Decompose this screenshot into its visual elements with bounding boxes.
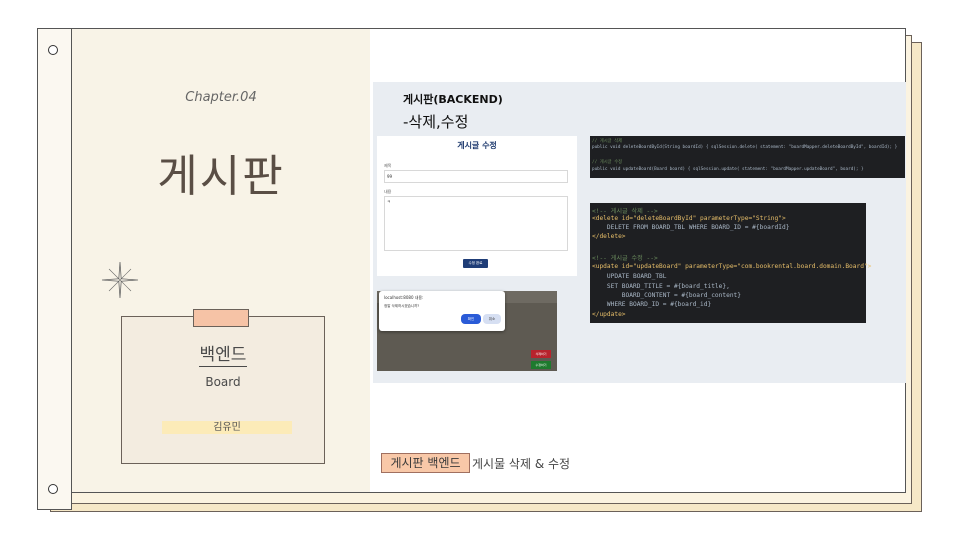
section-heading: 게시판(BACKEND) <box>403 93 503 106</box>
confirm-cancel-button[interactable]: 취소 <box>483 314 501 324</box>
footer-description: 게시물 삭제 & 수정 <box>472 457 571 471</box>
code-line: DELETE FROM BOARD_TBL WHERE BOARD_ID = #… <box>592 224 790 231</box>
edit-post-button[interactable]: 수정하기 <box>531 361 551 369</box>
page-title: 게시판 <box>157 151 285 202</box>
card-subtitle: Board <box>205 375 241 389</box>
title-input[interactable] <box>384 170 568 183</box>
code-line: public void deleteBoardById(String board… <box>592 145 898 150</box>
code-line: // 게시글 삭제 <box>592 139 623 144</box>
section-card <box>121 316 325 464</box>
title-field-label: 제목 <box>384 163 392 168</box>
code-line: WHERE BOARD_ID = #{board_id} <box>592 301 712 308</box>
submit-edit-button[interactable]: 수정 완료 <box>463 259 488 268</box>
confirm-dialog-title: localhost:8080 내용: <box>384 295 424 300</box>
code-line: SET BOARD_TITLE = #{board_title}, <box>592 283 730 290</box>
binder-ring-top <box>48 45 58 55</box>
code-line: <update id="updateBoard" parameterType="… <box>592 263 872 270</box>
confirm-dialog-message: 정말 삭제하시겠습니까? <box>384 304 420 308</box>
sparkle-icon <box>101 261 139 299</box>
edit-form-title: 게시글 수정 <box>457 141 497 150</box>
chapter-label: Chapter.04 <box>185 90 257 105</box>
code-line: <!-- 게시글 수정 --> <box>592 255 658 262</box>
delete-post-button[interactable]: 삭제하기 <box>531 350 551 358</box>
code-line: <!-- 게시글 삭제 --> <box>592 208 658 215</box>
code-line: UPDATE BOARD_TBL <box>592 273 667 280</box>
card-title: 백엔드 <box>121 340 325 367</box>
dao-code-block: // 게시글 삭제 public void deleteBoardById(St… <box>590 136 905 178</box>
code-line: public void updateBoard(Board board) { s… <box>592 167 864 172</box>
section-subheading: -삭제,수정 <box>403 113 469 131</box>
author-name: 김유민 <box>213 422 241 433</box>
content-field-label: 내용 <box>384 189 392 194</box>
binder-strip <box>37 28 72 510</box>
code-line: </delete> <box>592 233 626 240</box>
code-line: // 게시글 수정 <box>592 160 623 165</box>
confirm-ok-button[interactable]: 확인 <box>461 314 481 324</box>
card-tab <box>193 309 249 327</box>
binder-ring-bottom <box>48 484 58 494</box>
code-line: </update> <box>592 311 626 318</box>
code-line: BOARD_CONTENT = #{board_content} <box>592 292 742 299</box>
mapper-code-block: <!-- 게시글 삭제 --> <delete id="deleteBoardB… <box>590 203 871 323</box>
card-title-text: 백엔드 <box>198 345 248 367</box>
title-input-value: 99 <box>387 174 393 179</box>
footer-category-tag: 게시판 백엔드 <box>381 453 470 473</box>
code-line: <delete id="deleteBoardById" parameterTy… <box>592 215 786 222</box>
content-textarea[interactable] <box>384 196 568 251</box>
content-textarea-value: ㅋ <box>387 199 391 204</box>
